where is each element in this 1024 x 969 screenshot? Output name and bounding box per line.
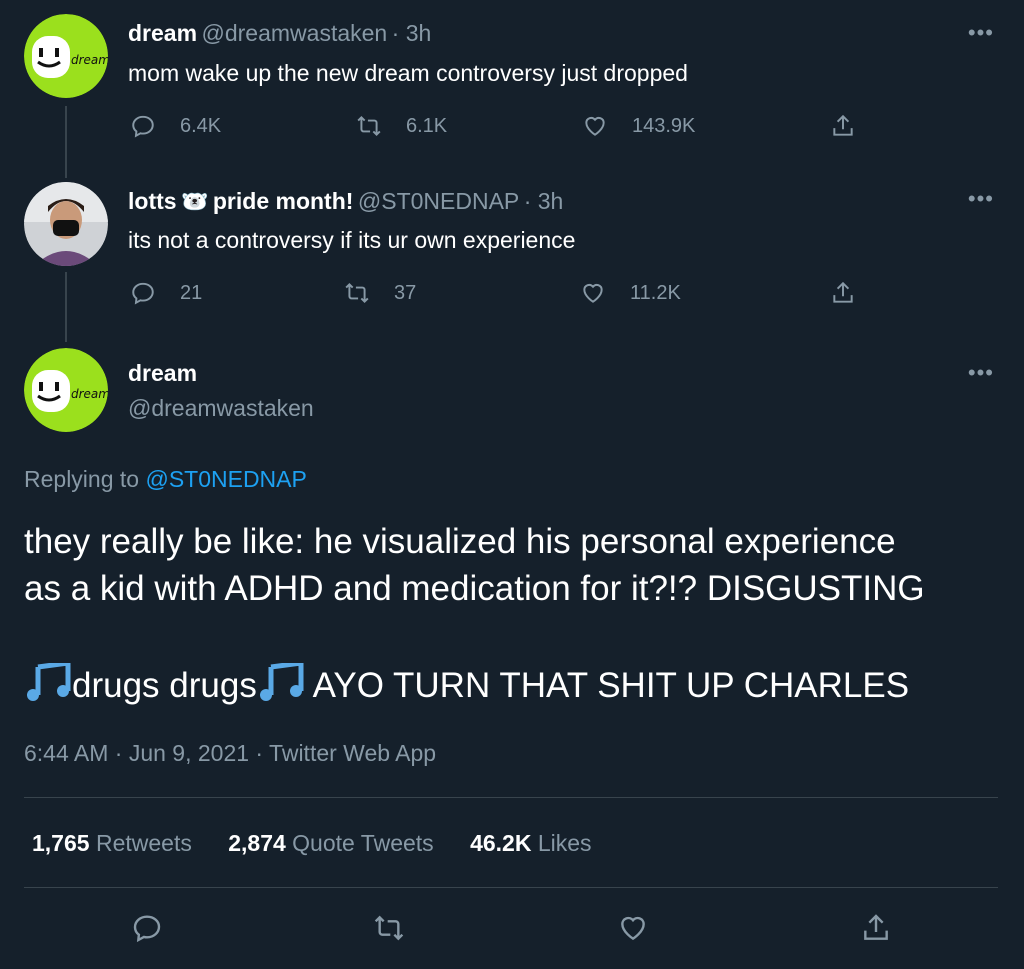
more-options-icon[interactable]: ••• <box>968 20 994 46</box>
share-button[interactable] <box>860 912 892 949</box>
retweet-icon <box>345 282 369 304</box>
reply-count: 6.4K <box>180 114 222 137</box>
share-icon <box>833 114 853 136</box>
like-button[interactable] <box>617 912 649 949</box>
share-button[interactable] <box>830 280 880 306</box>
share-button[interactable] <box>830 113 880 139</box>
like-count: 11.2K <box>630 281 681 304</box>
music-notes-icon <box>257 660 305 701</box>
retweet-icon <box>357 115 381 137</box>
main-tweet: dream dream @dreamwastaken ••• Replying … <box>0 340 1024 969</box>
retweet-icon <box>374 915 404 941</box>
dream-avatar-icon: dream <box>24 348 108 432</box>
tweet-reply-parent[interactable]: dream dream @dreamwastaken · 3h ••• mom … <box>0 0 1024 170</box>
retweet-count: 6.1K <box>406 114 448 137</box>
reply-icon <box>132 115 154 138</box>
reply-icon <box>133 915 161 943</box>
main-tweet-text: they really be like: he visualized his p… <box>24 518 1014 709</box>
tweet-text-line: they really be like: he visualized his p… <box>24 522 896 561</box>
tweet-text-segment: drugs drugs <box>72 666 257 705</box>
reply-button[interactable] <box>131 912 163 949</box>
more-options-icon[interactable]: ••• <box>968 360 994 386</box>
author-name-suffix[interactable]: pride month! <box>213 188 354 214</box>
avatar-text: dream <box>71 53 108 67</box>
retweet-button[interactable]: 37 <box>344 280 416 306</box>
retweets-count: 1,765 <box>32 830 90 856</box>
tweet-text-line: as a kid with ADHD and medication for it… <box>24 569 925 608</box>
more-options-icon[interactable]: ••• <box>968 186 994 212</box>
retweets-stat[interactable]: 1,765 Retweets <box>32 830 198 856</box>
reply-button[interactable]: 6.4K <box>130 113 221 139</box>
heart-icon <box>583 283 603 303</box>
retweet-count: 37 <box>394 281 417 304</box>
share-icon <box>864 914 888 940</box>
author-name[interactable]: lotts <box>128 188 177 214</box>
quotes-label: Quote Tweets <box>292 830 434 856</box>
tweet-time[interactable]: · 3h <box>392 20 432 46</box>
tweet-actions: 6.4K 6.1K 143.9K <box>130 113 870 143</box>
reply-count: 21 <box>180 281 203 304</box>
like-count: 143.9K <box>632 114 696 137</box>
author-handle[interactable]: @dreamwastaken <box>128 395 314 422</box>
author-name[interactable]: dream <box>128 360 197 387</box>
avatar-lotts[interactable] <box>24 182 108 266</box>
author-handle[interactable]: @dreamwastaken <box>202 20 388 46</box>
engagement-stats: 1,765 Retweets 2,874 Quote Tweets 46.2K … <box>32 830 592 857</box>
tweet-timestamp[interactable]: 6:44 AM · Jun 9, 2021 · Twitter Web App <box>24 740 436 767</box>
likes-label: Likes <box>537 830 592 856</box>
retweet-button[interactable]: 6.1K <box>356 113 447 139</box>
like-button[interactable]: 11.2K <box>580 280 681 306</box>
profile-photo-icon <box>24 182 108 266</box>
quotes-count: 2,874 <box>228 830 286 856</box>
tweet-reply[interactable]: lotts 🐻‍❄️ pride month! @ST0NEDNAP · 3h … <box>0 170 1024 340</box>
music-notes-icon <box>24 660 72 701</box>
dream-avatar-icon: dream <box>24 14 108 98</box>
avatar-dream[interactable]: dream <box>24 348 108 432</box>
tweet-text: mom wake up the new dream controversy ju… <box>128 60 688 86</box>
replying-to-link[interactable]: @ST0NEDNAP <box>145 466 306 492</box>
tweet-text-segment: AYO TURN THAT SHIT UP CHARLES <box>304 666 910 705</box>
quotes-stat[interactable]: 2,874 Quote Tweets <box>228 830 440 856</box>
tweet-text: its not a controversy if its ur own expe… <box>128 227 576 253</box>
reply-button[interactable]: 21 <box>130 280 202 306</box>
likes-count: 46.2K <box>470 830 532 856</box>
replying-prefix: Replying to <box>24 466 140 492</box>
heart-icon <box>621 916 645 941</box>
heart-icon <box>585 116 605 136</box>
polar-bear-icon: 🐻‍❄️ <box>181 189 209 214</box>
avatar-dream[interactable]: dream <box>24 14 108 98</box>
tweet-time[interactable]: · 3h <box>524 188 564 214</box>
author-handle[interactable]: @ST0NEDNAP <box>358 188 519 214</box>
like-button[interactable]: 143.9K <box>582 113 695 139</box>
author-name[interactable]: dream <box>128 20 197 46</box>
divider <box>24 887 998 888</box>
retweets-label: Retweets <box>95 830 192 856</box>
divider <box>24 797 998 798</box>
retweet-button[interactable] <box>373 912 405 949</box>
share-icon <box>833 281 853 303</box>
avatar-text: dream <box>71 387 108 401</box>
likes-stat[interactable]: 46.2K Likes <box>470 830 591 856</box>
reply-icon <box>132 282 154 305</box>
tweet-actions: 21 37 11.2K <box>130 280 870 310</box>
